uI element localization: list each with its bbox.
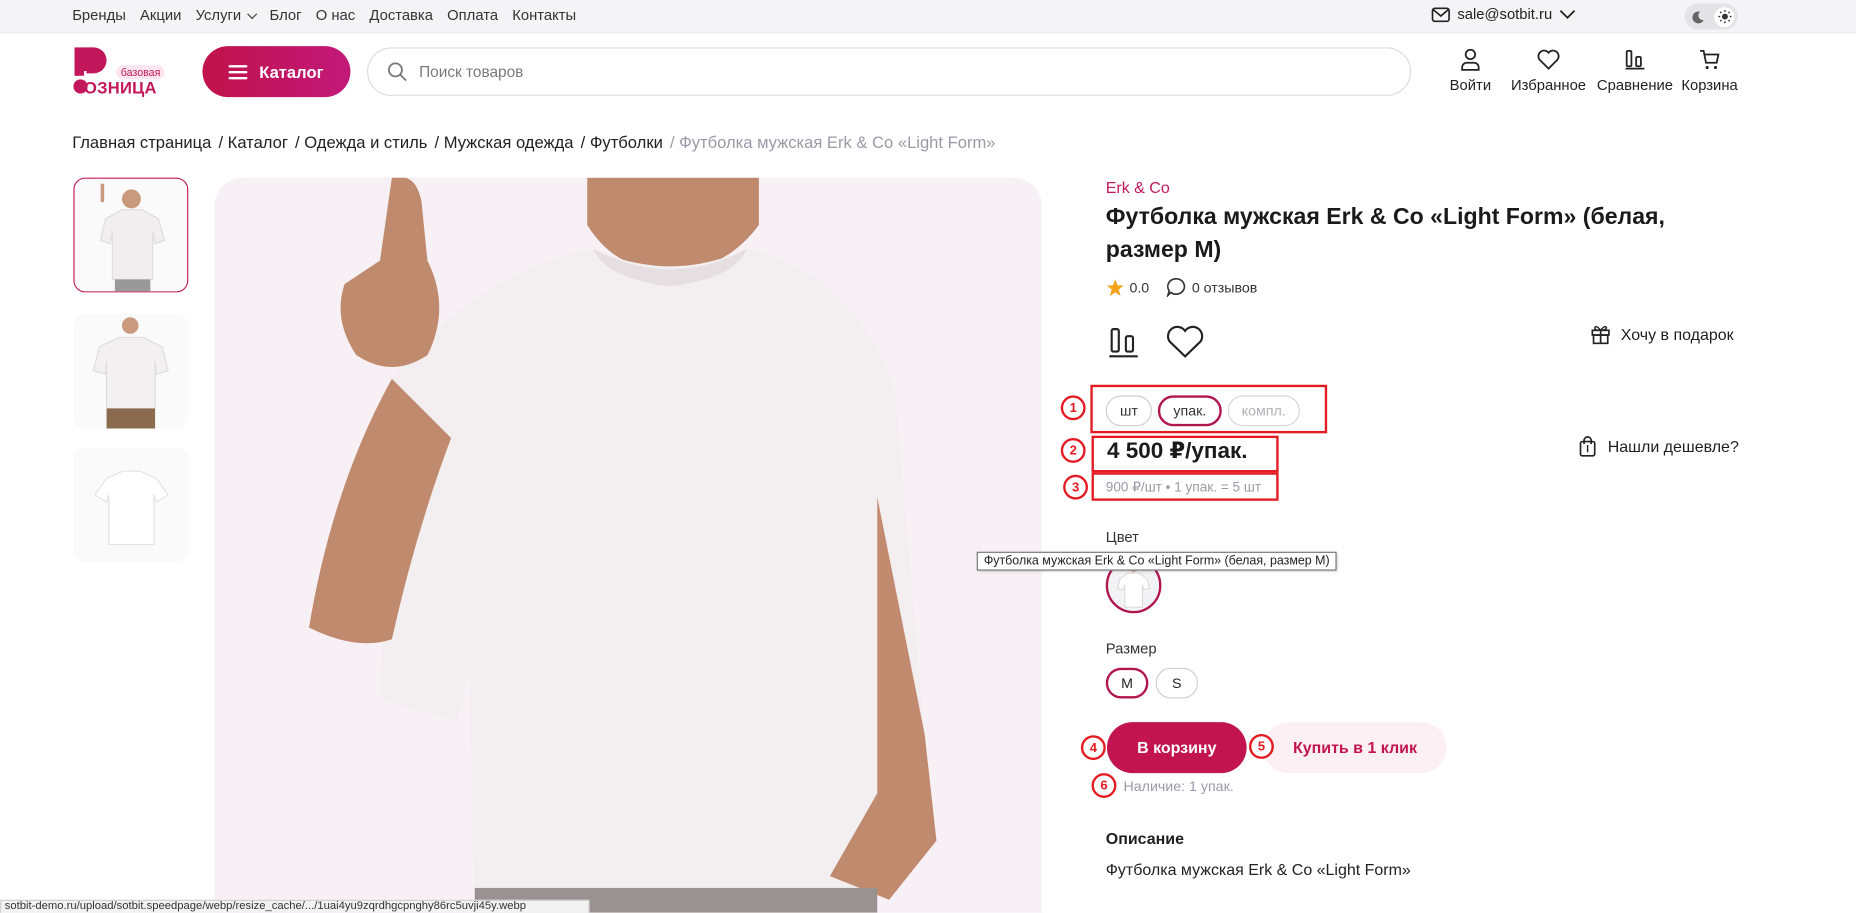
login-button[interactable]: Войти (1442, 47, 1499, 94)
rating-value: 0.0 (1129, 278, 1150, 296)
reviews-link[interactable]: 0 отзывов (1192, 279, 1258, 296)
search-input[interactable] (419, 62, 1367, 81)
product-actions (1106, 324, 1205, 360)
top-bar: Бренды Акции Услуги Блог О нас Доставка … (0, 0, 1856, 34)
found-cheaper-label: Нашли дешевле? (1607, 437, 1739, 456)
gallery-thumbnail[interactable] (73, 177, 189, 293)
breadcrumb-menswear[interactable]: / Мужская одежда (434, 133, 573, 152)
comment-icon (1166, 277, 1185, 298)
breadcrumb: Главная страница / Каталог / Одежда и ст… (72, 133, 995, 152)
gift-icon (1591, 325, 1610, 345)
email-dropdown[interactable]: sale@sotbit.ru (1431, 5, 1576, 23)
header-icons: Войти Избранное Сравнение Корзина (1442, 47, 1741, 94)
top-nav-about[interactable]: О нас (316, 7, 355, 24)
breadcrumb-home[interactable]: Главная страница (72, 133, 211, 152)
compare-label: Сравнение (1596, 76, 1673, 94)
gift-label: Хочу в подарок (1620, 324, 1734, 343)
found-cheaper-button[interactable]: Нашли дешевле? (1577, 436, 1739, 457)
chevron-down-icon (1559, 10, 1576, 20)
heart-icon (1537, 49, 1560, 70)
cart-button[interactable]: Корзина (1679, 47, 1741, 94)
annotation-badge: 6 (1091, 773, 1117, 798)
stock-status: Наличие: 1 упак. (1123, 777, 1234, 795)
size-label: Размер (1105, 640, 1157, 658)
top-nav-payment[interactable]: Оплата (447, 7, 498, 24)
gift-button[interactable]: Хочу в подарок (1590, 323, 1734, 345)
search-icon (388, 62, 407, 82)
favorites-label: Избранное (1511, 76, 1587, 94)
mail-icon (1431, 6, 1450, 22)
product-brand-link[interactable]: Erk & Co (1106, 179, 1170, 197)
favorites-button[interactable]: Избранное (1506, 47, 1591, 94)
compare-icon[interactable] (1106, 324, 1142, 360)
login-label: Войти (1449, 76, 1492, 94)
annotation-box (1090, 384, 1328, 434)
add-to-cart-button[interactable]: В корзину (1106, 722, 1247, 774)
chevron-down-icon (246, 9, 257, 20)
gallery-thumbnail[interactable] (73, 447, 189, 563)
color-tooltip: Футболка мужская Erk & Co «Light Form» (… (976, 551, 1337, 571)
top-nav-services-label: Услуги (195, 7, 242, 24)
gallery-thumbnail[interactable] (73, 313, 189, 429)
top-nav: Бренды Акции Услуги Блог О нас Доставка … (72, 7, 576, 24)
compare-button[interactable]: Сравнение (1591, 47, 1679, 94)
annotation-badge: 3 (1063, 474, 1089, 500)
size-selector: M S (1105, 667, 1199, 699)
menu-icon (228, 64, 248, 79)
annotation-box (1091, 472, 1279, 501)
search-bar (367, 47, 1412, 96)
theme-switch[interactable] (1684, 3, 1738, 30)
compare-icon (1625, 50, 1645, 70)
annotation-badge: 2 (1060, 438, 1086, 463)
sun-icon[interactable] (1714, 6, 1735, 27)
email-address: sale@sotbit.ru (1457, 5, 1553, 23)
logo-text: ОЗНИЦА (84, 78, 157, 98)
top-nav-contacts[interactable]: Контакты (512, 7, 576, 24)
catalog-button[interactable]: Каталог (202, 46, 351, 98)
breadcrumb-tshirts[interactable]: / Футболки (581, 133, 663, 152)
product-main-image[interactable] (214, 177, 1042, 913)
size-option-m[interactable]: M (1105, 667, 1149, 699)
annotation-badge: 1 (1060, 395, 1086, 421)
top-nav-delivery[interactable]: Доставка (369, 7, 433, 24)
top-nav-blog[interactable]: Блог (270, 7, 302, 24)
cart-icon (1700, 50, 1720, 70)
annotation-box (1091, 435, 1279, 473)
top-nav-brands[interactable]: Бренды (72, 7, 126, 24)
annotation-badge: 5 (1249, 734, 1274, 759)
tshirt-flat-image (73, 447, 189, 563)
heart-icon[interactable] (1165, 324, 1205, 360)
tshirt-model-image (74, 178, 188, 292)
size-option-s[interactable]: S (1155, 667, 1199, 699)
rating-block: 0.0 0 отзывов (1106, 277, 1258, 298)
user-icon (1461, 48, 1480, 71)
breadcrumb-clothing[interactable]: / Одежда и стиль (295, 133, 427, 152)
tshirt-front-image (73, 313, 189, 429)
moon-icon[interactable] (1688, 7, 1708, 27)
description-heading: Описание (1105, 829, 1185, 848)
tshirt-model-photo (214, 177, 1042, 913)
description-text: Футболка мужская Erk & Co «Light Form» (1105, 860, 1411, 879)
cart-label: Корзина (1681, 76, 1738, 94)
product-title: Футболка мужская Erk & Co «Light Form» (… (1105, 203, 1665, 263)
color-label: Цвет (1105, 529, 1139, 546)
annotation-badge: 4 (1080, 735, 1106, 761)
breadcrumb-current: / Футболка мужская Erk & Co «Light Form» (669, 132, 996, 152)
catalog-label: Каталог (259, 62, 324, 82)
status-bar-url: sotbit-demo.ru/upload/sotbit.speedpage/w… (0, 899, 590, 913)
top-nav-promos[interactable]: Акции (140, 7, 181, 24)
breadcrumb-catalog[interactable]: / Каталог (218, 133, 287, 152)
shopping-bag-icon (1579, 436, 1596, 457)
buy-one-click-button[interactable]: Купить в 1 клик (1263, 722, 1447, 774)
top-nav-services[interactable]: Услуги (195, 7, 257, 24)
star-icon (1106, 278, 1124, 296)
